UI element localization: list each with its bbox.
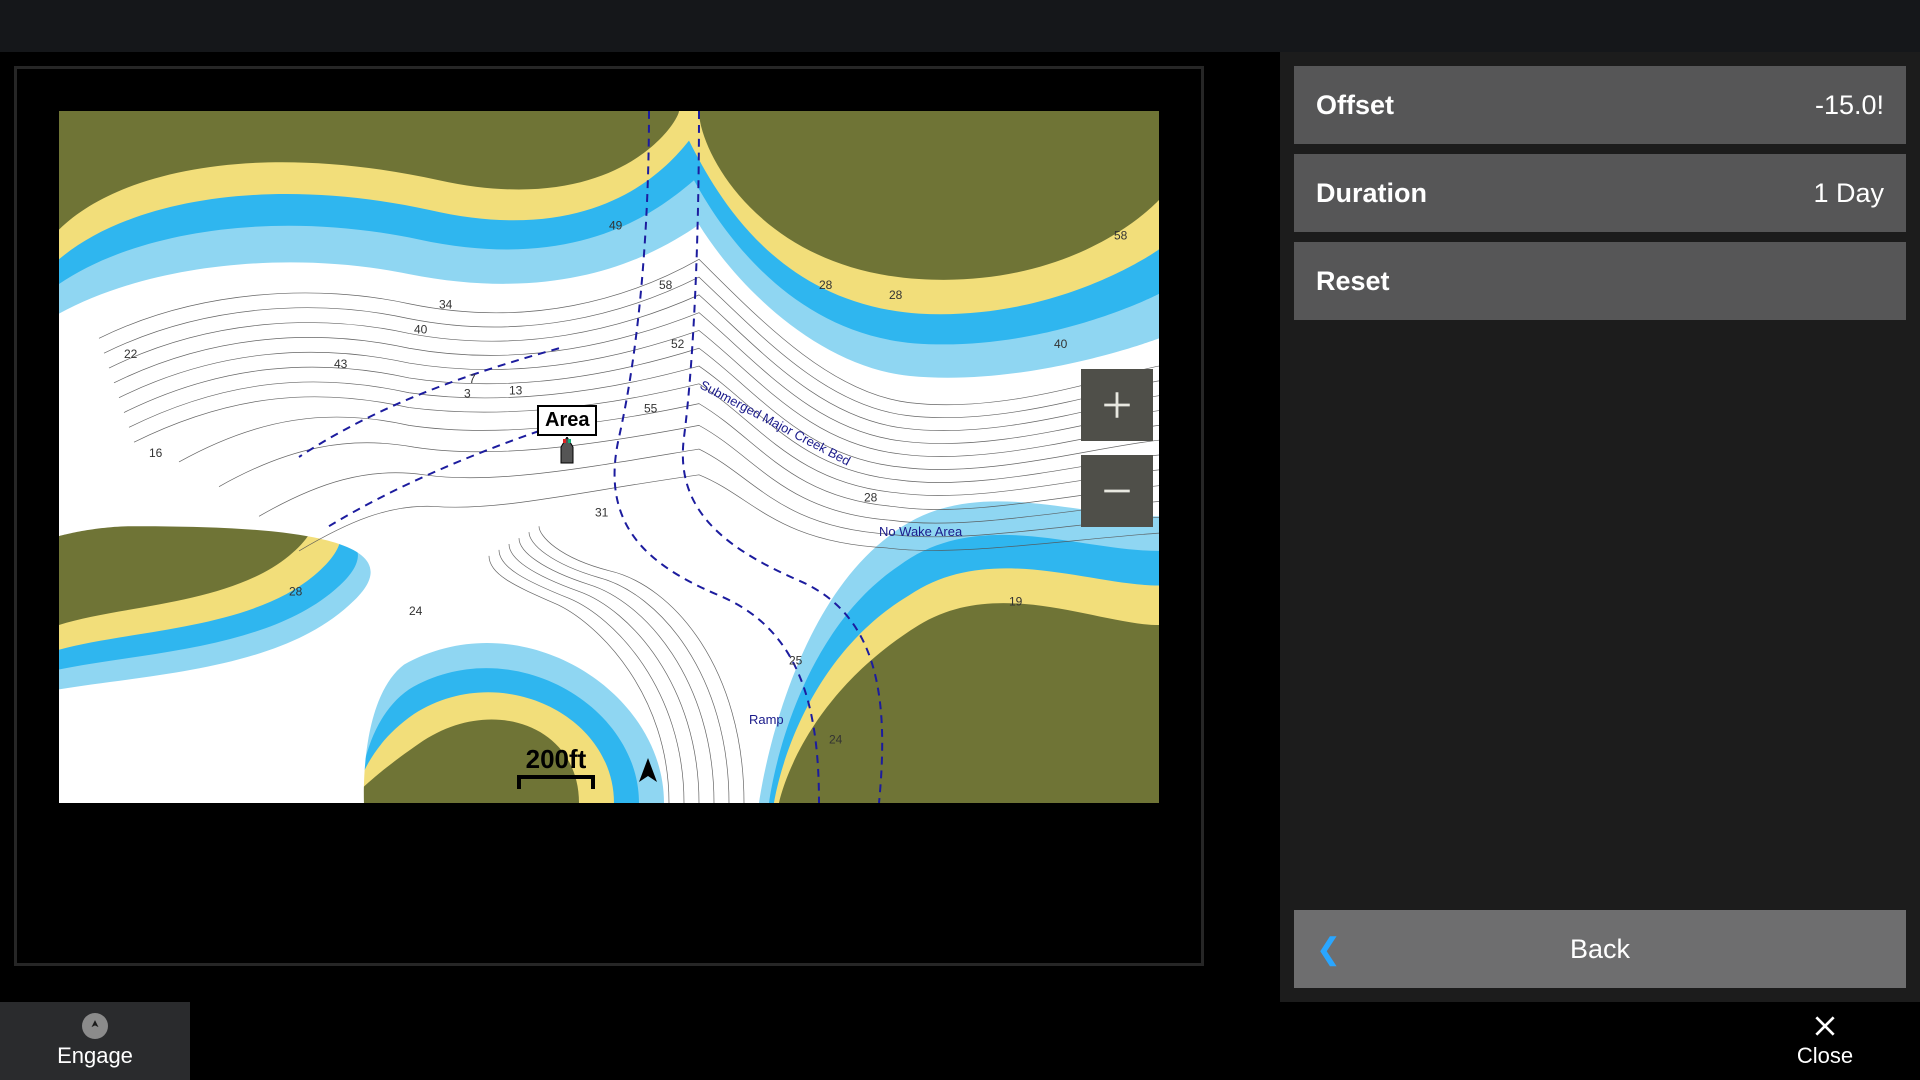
chevron-left-icon: ❮ xyxy=(1316,932,1341,967)
svg-text:58: 58 xyxy=(659,278,673,292)
map-frame[interactable]: Submerged Major Creek Bed No Wake Area R… xyxy=(14,66,1204,966)
back-label: Back xyxy=(1570,934,1630,965)
svg-text:31: 31 xyxy=(595,505,609,519)
svg-text:19: 19 xyxy=(1009,594,1023,608)
svg-text:7: 7 xyxy=(469,372,476,386)
top-bar xyxy=(0,0,1920,52)
svg-text:28: 28 xyxy=(864,491,878,505)
offset-value: -15.0! xyxy=(1815,90,1884,121)
engage-button[interactable]: Engage xyxy=(0,1002,190,1080)
close-icon xyxy=(1812,1013,1838,1039)
bottom-bar: Engage Close xyxy=(0,1002,1920,1080)
main-area: Submerged Major Creek Bed No Wake Area R… xyxy=(0,52,1920,1002)
engage-icon xyxy=(82,1013,108,1039)
svg-text:43: 43 xyxy=(334,357,348,371)
svg-text:3: 3 xyxy=(464,387,471,401)
svg-text:24: 24 xyxy=(829,733,843,747)
north-arrow-icon xyxy=(637,758,659,789)
svg-text:55: 55 xyxy=(644,402,658,416)
offset-label: Offset xyxy=(1316,90,1394,121)
svg-text:34: 34 xyxy=(439,298,453,312)
plus-icon xyxy=(1100,388,1134,422)
svg-text:25: 25 xyxy=(789,654,803,668)
side-menu: Offset -15.0! Duration 1 Day Reset ❮ Bac… xyxy=(1280,52,1920,1002)
map-scale: 200ft xyxy=(517,744,595,789)
svg-text:22: 22 xyxy=(124,347,138,361)
svg-text:28: 28 xyxy=(819,278,833,292)
minus-icon xyxy=(1100,474,1134,508)
svg-text:28: 28 xyxy=(289,584,303,598)
svg-text:24: 24 xyxy=(409,604,423,618)
chart-map[interactable]: Submerged Major Creek Bed No Wake Area R… xyxy=(59,111,1159,803)
svg-text:16: 16 xyxy=(149,446,163,460)
svg-text:40: 40 xyxy=(1054,337,1068,351)
zoom-out-button[interactable] xyxy=(1081,455,1153,527)
svg-text:52: 52 xyxy=(671,337,685,351)
map-svg: Submerged Major Creek Bed No Wake Area R… xyxy=(59,111,1159,803)
reset-button[interactable]: Reset xyxy=(1294,242,1906,320)
duration-value: 1 Day xyxy=(1813,178,1884,209)
close-button[interactable]: Close xyxy=(1730,1002,1920,1080)
zoom-in-button[interactable] xyxy=(1081,369,1153,441)
map-area-label: Area xyxy=(537,405,597,436)
svg-text:58: 58 xyxy=(1114,229,1128,243)
reset-label: Reset xyxy=(1316,266,1390,297)
engage-label: Engage xyxy=(57,1043,133,1069)
duration-label: Duration xyxy=(1316,178,1427,209)
svg-text:49: 49 xyxy=(609,219,623,233)
boat-icon xyxy=(557,437,577,470)
map-panel: Submerged Major Creek Bed No Wake Area R… xyxy=(0,52,1280,1002)
svg-text:13: 13 xyxy=(509,384,523,398)
zoom-controls xyxy=(1081,369,1153,527)
offset-button[interactable]: Offset -15.0! xyxy=(1294,66,1906,144)
close-label: Close xyxy=(1797,1043,1853,1069)
svg-text:28: 28 xyxy=(889,288,903,302)
map-label-ramp: Ramp xyxy=(749,712,784,727)
map-label-nowake: No Wake Area xyxy=(879,524,963,539)
svg-text:40: 40 xyxy=(414,322,428,336)
duration-button[interactable]: Duration 1 Day xyxy=(1294,154,1906,232)
map-scale-label: 200ft xyxy=(526,744,587,775)
back-button[interactable]: ❮ Back xyxy=(1294,910,1906,988)
